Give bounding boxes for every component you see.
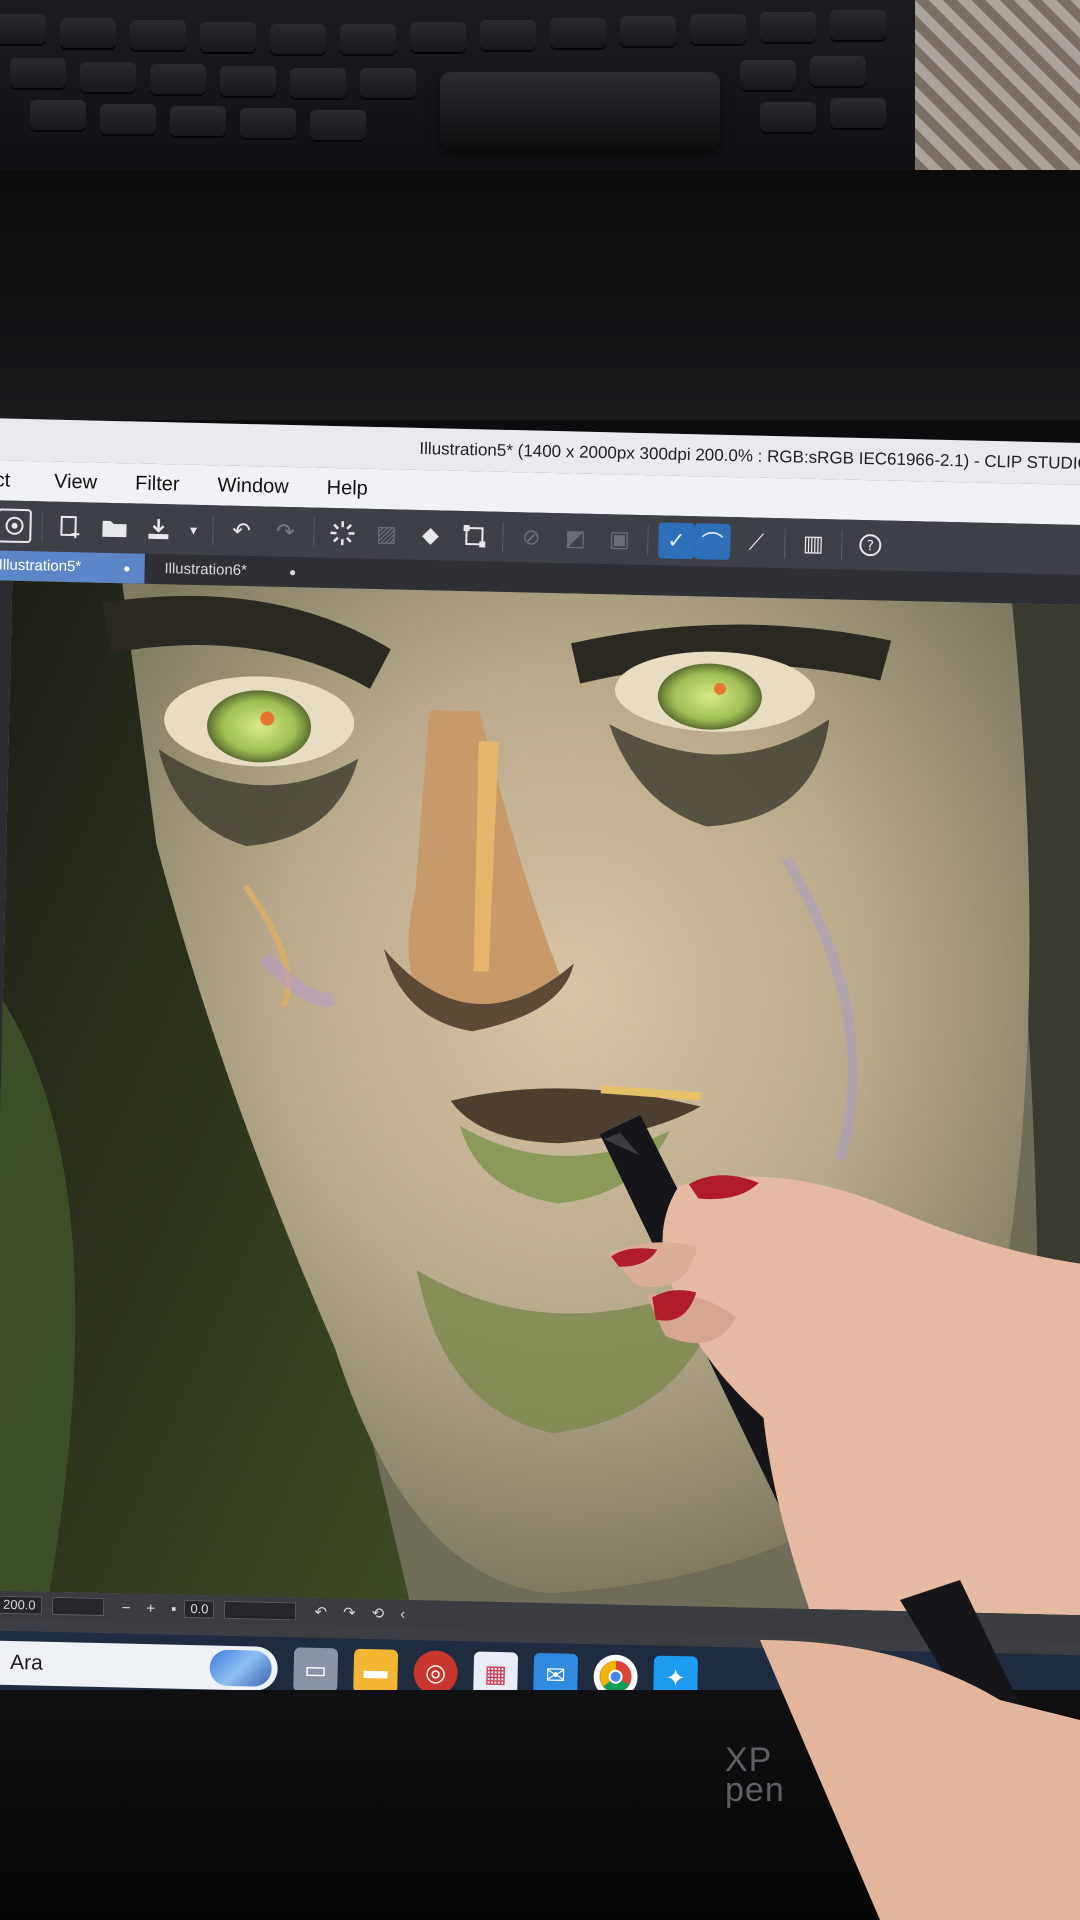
stylus-lower bbox=[760, 1580, 1080, 1920]
photo-scene: Illustration5* (1400 x 2000px 300dpi 200… bbox=[0, 0, 1080, 1920]
